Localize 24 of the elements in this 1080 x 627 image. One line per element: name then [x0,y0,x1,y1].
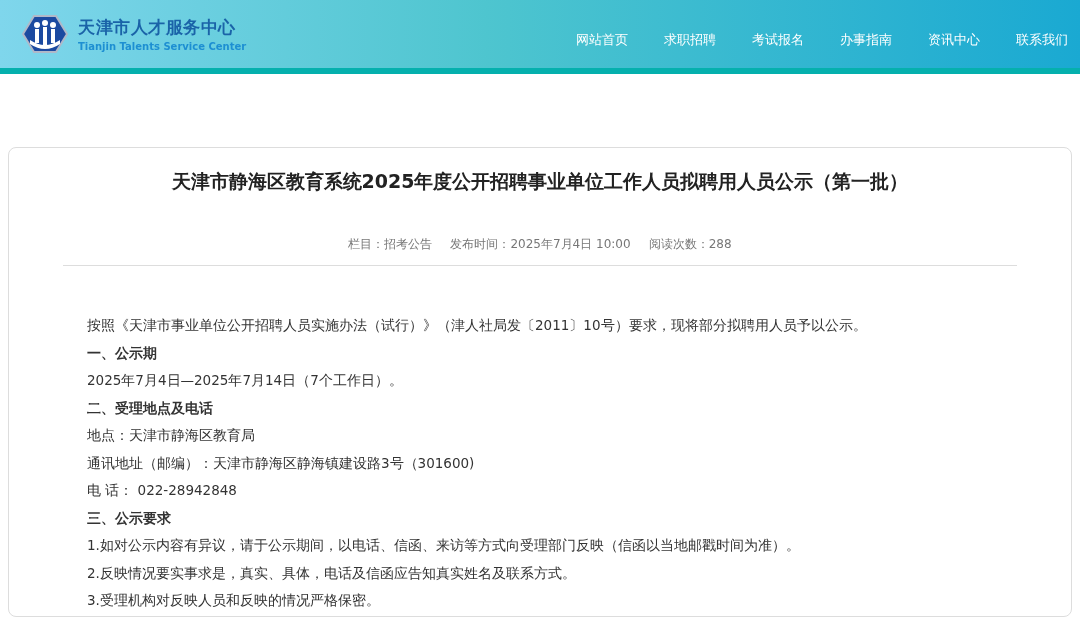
logo-title: 天津市人才服务中心 [78,16,237,39]
paragraph: 2025年7月4日—2025年7月14日（7个工作日）。 [87,371,404,390]
logo-icon [22,14,68,54]
nav-link[interactable]: 考试报名 [752,31,804,49]
paragraph: 地点：天津市静海区教育局 [87,426,256,445]
nav-link[interactable]: 办事指南 [840,31,892,49]
meta-info: 栏目：招考公告 [348,236,433,253]
nav-link[interactable]: 网站首页 [576,31,628,49]
section-heading: 一、公示期 [87,343,158,363]
paragraph: 2.反映情况要实事求是，真实、具体，电话及信函应告知真实姓名及联系方式。 [87,563,577,583]
nav-link[interactable]: 联系我们 [1016,31,1068,49]
paragraph: 电 话： 022-28942848 [87,481,238,500]
nav-link[interactable]: 资讯中心 [928,31,980,49]
paragraph: 3.受理机构对反映人员和反映的情况严格保密。 [87,591,381,610]
meta-info: 发布时间：2025年7月4日 10:00 [450,236,631,253]
section-heading: 二、受理地点及电话 [87,398,214,418]
paragraph: 按照《天津市事业单位公开招聘人员实施办法（试行）》（津人社局发〔2011〕10号）要求，现将部分拟聘用人员予以公示。 [87,316,868,335]
paragraph: 通讯地址（邮编）：天津市静海区静海镇建设路3号（301600) [87,453,476,473]
paragraph: 1.如对公示内容有异议，请于公示期间，以电话、信函、来访等方式向受理部门反映（信函以当地邮戳时间为准）。 [87,536,801,555]
nav-link[interactable]: 求职招聘 [664,31,716,49]
meta-info: 阅读次数：288 [648,236,732,253]
section-heading: 三、公示要求 [87,508,172,528]
logo-subtitle: Tianjin Talents Service Center [78,41,247,52]
article-title: 天津市静海区教育系统2025年度公开招聘事业单位工作人员拟聘用人员公示（第一批） [170,169,910,194]
